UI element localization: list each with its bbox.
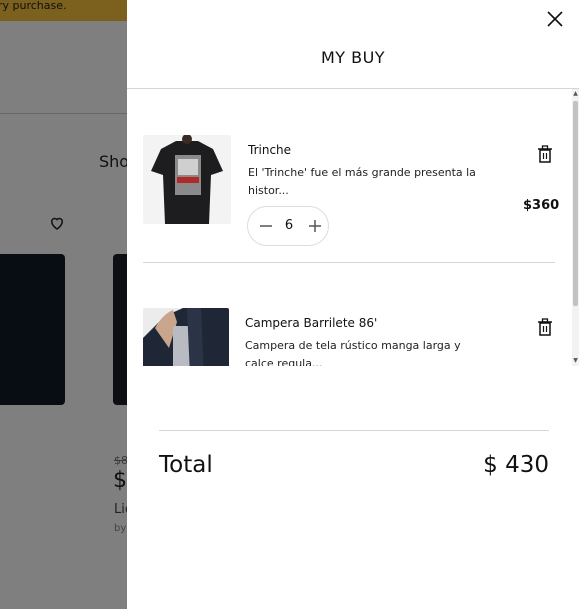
item-name: Campera Barrilete 86' (245, 316, 378, 330)
cart-drawer: MY BUY Trinche El 'Trinche' fue el más g… (127, 0, 579, 609)
trash-icon[interactable] (537, 145, 553, 163)
close-icon[interactable] (546, 10, 564, 28)
item-description: El 'Trinche' fue el más grande presenta … (248, 166, 476, 197)
total-label: Total (159, 452, 213, 478)
total-value: $ 430 (483, 452, 549, 478)
scrollbar[interactable]: ▲ ▼ (572, 89, 579, 366)
scroll-thumb[interactable] (573, 101, 578, 306)
store-background: ry purchase. Sho $8 $ Lic by (0, 0, 127, 609)
page: ry purchase. Sho $8 $ Lic by MY BUY (0, 0, 579, 609)
cart-item: Trinche El 'Trinche' fue el más grande p… (127, 89, 572, 264)
scroll-down-arrow-icon[interactable]: ▼ (572, 357, 579, 365)
total-divider (159, 430, 549, 431)
quantity-stepper: 6 (247, 206, 329, 246)
cart-title: MY BUY (320, 48, 386, 67)
plus-icon[interactable] (306, 217, 324, 235)
jacket-image (143, 308, 229, 366)
tshirt-image (143, 135, 231, 224)
trash-icon[interactable] (537, 318, 553, 336)
modal-overlay[interactable] (0, 0, 127, 609)
item-divider (143, 262, 555, 263)
product-thumbnail[interactable] (143, 308, 229, 366)
quantity-value: 6 (284, 218, 294, 233)
cart-item: Campera Barrilete 86' Campera de tela rú… (127, 264, 572, 366)
item-description: Campera de tela rústico manga larga y ca… (245, 339, 461, 366)
scroll-up-arrow-icon[interactable]: ▲ (572, 90, 579, 98)
cart-items-list[interactable]: Trinche El 'Trinche' fue el más grande p… (127, 89, 579, 366)
product-thumbnail[interactable] (143, 135, 231, 224)
item-price: $360 (523, 198, 560, 213)
minus-icon[interactable] (257, 217, 275, 235)
item-name: Trinche (248, 143, 292, 157)
